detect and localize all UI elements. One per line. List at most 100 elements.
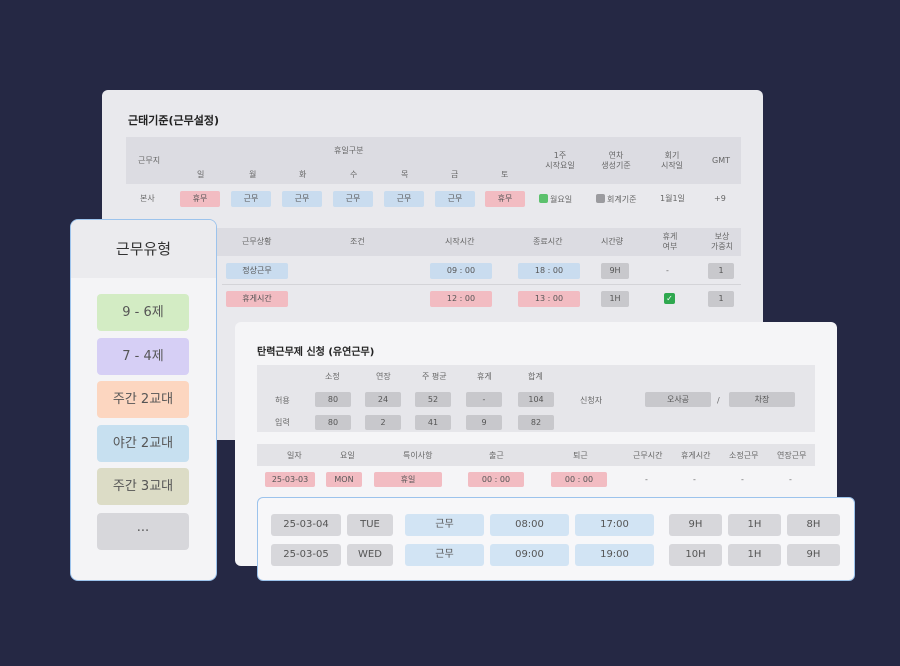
shift-type-title: 근무유형	[71, 220, 216, 278]
status-chip-normal[interactable]: 정상근무	[226, 263, 288, 279]
annual-leave-value[interactable]: 회계기준	[596, 194, 636, 205]
schedule-type-1[interactable]: 근무	[405, 514, 484, 536]
allowed-regular: 80	[315, 392, 351, 407]
schedule-type-2[interactable]: 근무	[405, 544, 484, 566]
header-start-time: 시작시간	[445, 237, 475, 246]
day-chip-sat[interactable]: 휴무	[485, 191, 525, 207]
detail-in-chip[interactable]: 00 : 00	[468, 472, 524, 487]
entered-total: 82	[518, 415, 554, 430]
summary-label-allowed: 허용	[275, 396, 290, 405]
row-divider	[222, 284, 741, 285]
comp-break[interactable]: 1	[708, 291, 734, 307]
detail-date-chip[interactable]: 25-03-03	[265, 472, 315, 487]
schedule-work-2: 10H	[669, 544, 722, 566]
allowed-total: 104	[518, 392, 554, 407]
entered-regular: 80	[315, 415, 351, 430]
header-fiscal: 회기 시작일	[660, 151, 684, 170]
attendance-header-row	[126, 137, 741, 184]
detail-break-hours: -	[693, 475, 696, 484]
header-week-start: 1주 시작요일	[545, 151, 575, 170]
header-work-status: 근무상황	[242, 237, 272, 246]
schedule-rows-panel: 25-03-04 TUE 근무 08:00 17:00 9H 1H 8H 25-…	[257, 497, 855, 581]
start-time-break[interactable]: 12 : 00	[430, 291, 492, 307]
detail-overtime: -	[789, 475, 792, 484]
detail-out-chip[interactable]: 00 : 00	[551, 472, 607, 487]
week-start-value[interactable]: 월요일	[539, 194, 572, 205]
detail-header-overtime: 연장근무	[777, 451, 807, 460]
summary-header-regular: 소정	[325, 372, 340, 381]
detail-header-date: 일자	[287, 451, 302, 460]
shift-item-more[interactable]: ···	[97, 513, 189, 550]
day-chip-thu[interactable]: 근무	[384, 191, 424, 207]
hours-normal: 9H	[601, 263, 629, 279]
day-chip-sun[interactable]: 휴무	[180, 191, 220, 207]
header-day-sun: 일	[197, 170, 205, 179]
green-square-icon	[539, 194, 548, 203]
detail-note-chip[interactable]: 휴일	[374, 472, 442, 487]
shift-item-9-6[interactable]: 9 - 6제	[97, 294, 189, 331]
header-gmt: GMT	[712, 156, 730, 165]
summary-header-overtime: 연장	[376, 372, 391, 381]
shift-item-7-4[interactable]: 7 - 4제	[97, 338, 189, 375]
header-break: 휴게 여부	[662, 232, 678, 251]
break-normal: -	[666, 266, 669, 275]
shift-item-day-2[interactable]: 주간 2교대	[97, 381, 189, 418]
detail-header-break-hours: 휴게시간	[681, 451, 711, 460]
flex-title: 탄력근무제 신청 (유연근무)	[257, 347, 375, 358]
detail-header-regular: 소정근무	[729, 451, 759, 460]
applicant-name-field[interactable]: 오사공	[645, 392, 711, 407]
start-time-normal[interactable]: 09 : 00	[430, 263, 492, 279]
shift-item-night-2[interactable]: 야간 2교대	[97, 425, 189, 462]
detail-day-chip[interactable]: MON	[326, 472, 362, 487]
entered-overtime: 2	[365, 415, 401, 430]
schedule-date-1[interactable]: 25-03-04	[271, 514, 341, 536]
status-chip-break[interactable]: 휴게시간	[226, 291, 288, 307]
schedule-out-2[interactable]: 19:00	[575, 544, 654, 566]
schedule-work-1: 9H	[669, 514, 722, 536]
header-day-mon: 월	[249, 170, 257, 179]
header-end-time: 종료시간	[533, 237, 563, 246]
entered-break: 9	[466, 415, 502, 430]
detail-header-out: 퇴근	[573, 451, 588, 460]
comp-normal[interactable]: 1	[708, 263, 734, 279]
shift-type-panel: 근무유형 9 - 6제 7 - 4제 주간 2교대 야간 2교대 주간 3교대 …	[70, 219, 217, 581]
detail-header-in: 출근	[489, 451, 504, 460]
day-chip-tue[interactable]: 근무	[282, 191, 322, 207]
gmt-value: +9	[714, 194, 726, 203]
header-workplace: 근무지	[138, 156, 161, 165]
header-hours: 시간량	[601, 237, 624, 246]
schedule-date-2[interactable]: 25-03-05	[271, 544, 341, 566]
header-comp: 보상 가중치	[710, 232, 734, 251]
break-checkbox-checked[interactable]: ✓	[664, 293, 675, 304]
detail-header-day: 요일	[340, 451, 355, 460]
shift-item-day-3[interactable]: 주간 3교대	[97, 468, 189, 505]
applicant-label: 신청자	[580, 396, 603, 405]
gray-square-icon	[596, 194, 605, 203]
header-holiday-group: 휴일구분	[334, 146, 364, 155]
header-annual-leave: 연차 생성기준	[601, 151, 631, 170]
header-condition: 조건	[350, 237, 365, 246]
schedule-break-1: 1H	[728, 514, 781, 536]
summary-header-weekly-avg: 주 평균	[422, 372, 447, 381]
end-time-break[interactable]: 13 : 00	[518, 291, 580, 307]
schedule-in-1[interactable]: 08:00	[490, 514, 569, 536]
day-chip-wed[interactable]: 근무	[333, 191, 373, 207]
day-chip-mon[interactable]: 근무	[231, 191, 271, 207]
schedule-in-2[interactable]: 09:00	[490, 544, 569, 566]
header-day-sat: 토	[501, 170, 509, 179]
applicant-rank-field[interactable]: 차장	[729, 392, 795, 407]
hours-break: 1H	[601, 291, 629, 307]
summary-header-total: 합계	[528, 372, 543, 381]
schedule-regular-2: 9H	[787, 544, 840, 566]
schedule-regular-1: 8H	[787, 514, 840, 536]
work-status-header-row	[126, 228, 741, 256]
row-workplace: 본사	[140, 194, 155, 203]
end-time-normal[interactable]: 18 : 00	[518, 263, 580, 279]
schedule-day-2[interactable]: WED	[347, 544, 393, 566]
entered-weekly-avg: 41	[415, 415, 451, 430]
day-chip-fri[interactable]: 근무	[435, 191, 475, 207]
allowed-overtime: 24	[365, 392, 401, 407]
schedule-out-1[interactable]: 17:00	[575, 514, 654, 536]
summary-label-entered: 입력	[275, 418, 290, 427]
schedule-day-1[interactable]: TUE	[347, 514, 393, 536]
